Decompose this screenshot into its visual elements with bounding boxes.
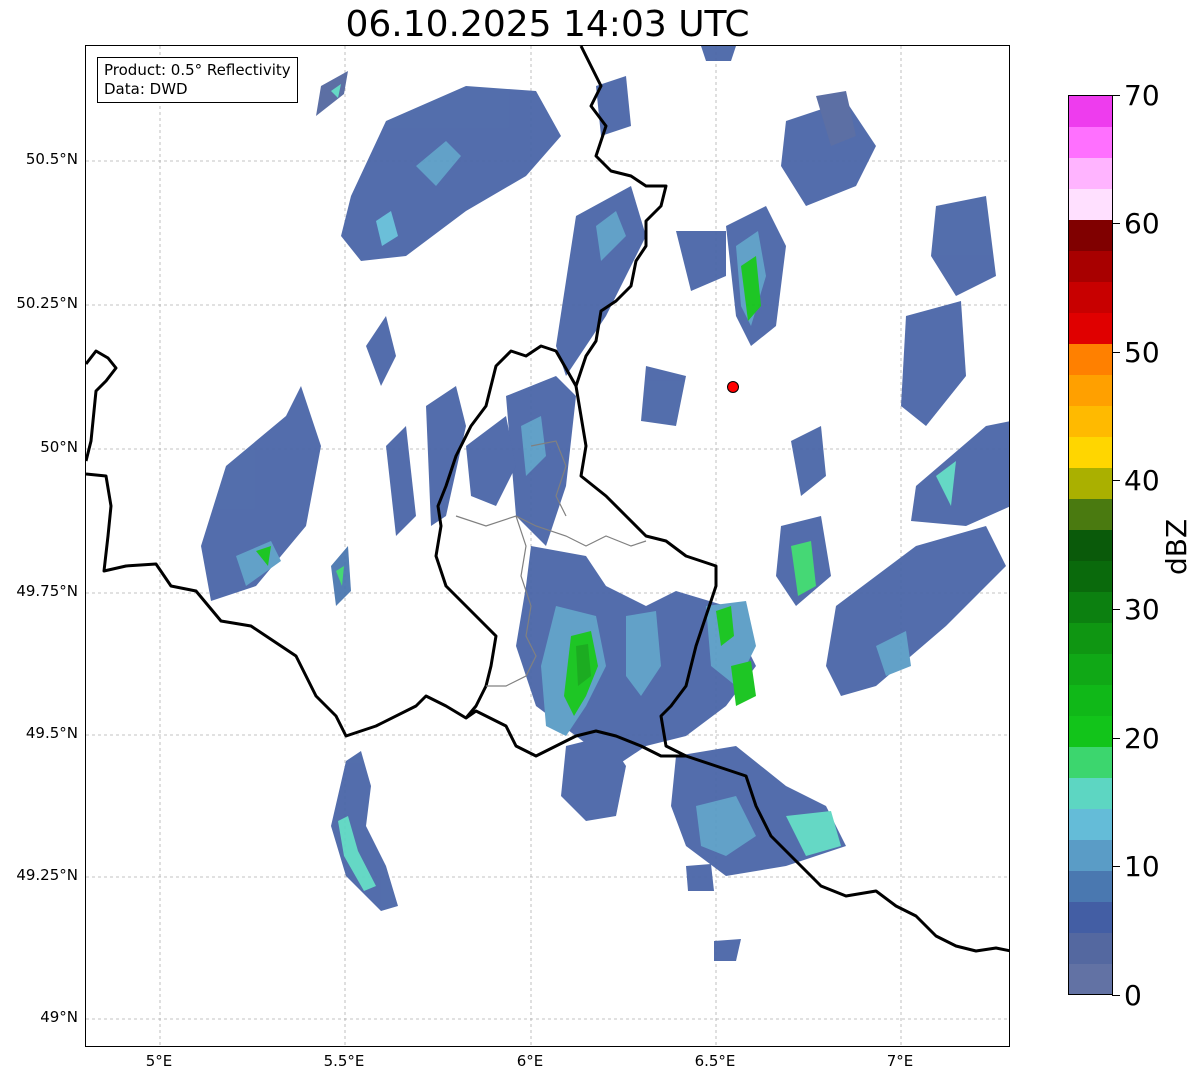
colorbar-segment: [1069, 219, 1112, 252]
colorbar-tick-label: 0: [1124, 979, 1142, 1012]
colorbar-tick-label: 40: [1124, 464, 1160, 497]
colorbar-segment: [1069, 312, 1112, 345]
data-source-label: Data: DWD: [104, 80, 188, 98]
colorbar-tick: [1112, 95, 1120, 96]
colorbar-title: dBZ: [1160, 518, 1193, 575]
colorbar-segment: [1069, 653, 1112, 685]
colorbar-segment: [1069, 839, 1112, 871]
colorbar-tick-label: 10: [1124, 850, 1160, 883]
colorbar-segment: [1069, 436, 1112, 469]
colorbar-segment: [1069, 777, 1112, 809]
product-info-box: Product: 0.5° Reflectivity Data: DWD: [97, 57, 298, 103]
lat-tick-label: 50°N: [40, 438, 78, 456]
lat-tick-label: 50.5°N: [25, 150, 78, 168]
colorbar-segment: [1069, 96, 1112, 128]
product-label: Product: 0.5° Reflectivity: [104, 61, 291, 79]
colorbar-segment: [1069, 467, 1112, 500]
colorbar: [1068, 95, 1113, 995]
colorbar-segment: [1069, 932, 1112, 964]
colorbar-segment: [1069, 684, 1112, 716]
colorbar-segment: [1069, 715, 1112, 747]
lat-tick-label: 49.25°N: [16, 866, 78, 884]
colorbar-segment: [1069, 746, 1112, 778]
colorbar-tick-label: 70: [1124, 79, 1160, 112]
lon-tick-label: 6°E: [516, 1052, 544, 1070]
lon-tick-label: 5°E: [145, 1052, 173, 1070]
lon-tick-label: 5.5°E: [323, 1052, 365, 1070]
colorbar-tick: [1112, 866, 1120, 867]
colorbar-tick: [1112, 352, 1120, 353]
colorbar-segment: [1069, 281, 1112, 314]
colorbar-segment: [1069, 126, 1112, 159]
colorbar-tick-label: 30: [1124, 593, 1160, 626]
colorbar-tick: [1112, 480, 1120, 481]
colorbar-segment: [1069, 808, 1112, 840]
colorbar-tick: [1112, 738, 1120, 739]
colorbar-segment: [1069, 529, 1112, 561]
colorbar-segment: [1069, 622, 1112, 654]
colorbar-tick: [1112, 995, 1120, 996]
colorbar-segment: [1069, 870, 1112, 902]
map-canvas: [86, 46, 1009, 1046]
colorbar-segment: [1069, 343, 1112, 376]
colorbar-tick-label: 50: [1124, 336, 1160, 369]
radar-site-marker: [727, 381, 739, 393]
colorbar-segment: [1069, 250, 1112, 283]
lat-tick-label: 49.75°N: [16, 582, 78, 600]
colorbar-segment: [1069, 591, 1112, 623]
lat-tick-label: 49.5°N: [25, 724, 78, 742]
map-title: 06.10.2025 14:03 UTC: [345, 4, 750, 45]
colorbar-segment: [1069, 157, 1112, 190]
colorbar-segment: [1069, 498, 1112, 530]
lat-tick-label: 50.25°N: [16, 294, 78, 312]
colorbar-segment: [1069, 405, 1112, 438]
colorbar-segment: [1069, 963, 1112, 995]
colorbar-segment: [1069, 901, 1112, 933]
radar-map[interactable]: [85, 45, 1010, 1047]
colorbar-tick-label: 20: [1124, 722, 1160, 755]
lon-tick-label: 7°E: [886, 1052, 914, 1070]
colorbar-tick-label: 60: [1124, 207, 1160, 240]
reflectivity-echoes: [201, 46, 1009, 961]
colorbar-tick: [1112, 609, 1120, 610]
colorbar-segment: [1069, 560, 1112, 592]
colorbar-segment: [1069, 188, 1112, 221]
colorbar-tick: [1112, 223, 1120, 224]
lon-tick-label: 6.5°E: [694, 1052, 736, 1070]
colorbar-segment: [1069, 374, 1112, 407]
lat-tick-label: 49°N: [40, 1008, 78, 1026]
